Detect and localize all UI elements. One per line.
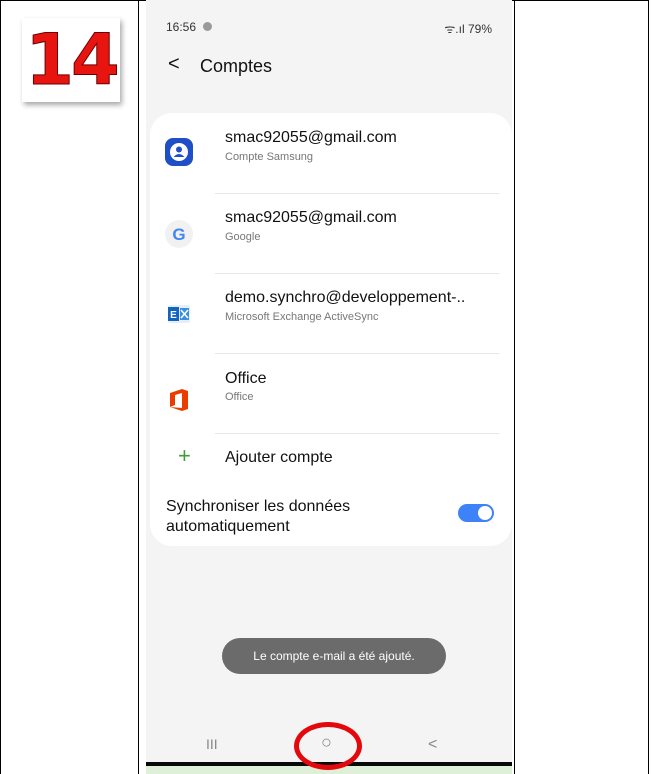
exchange-icon: E (168, 305, 190, 323)
phone-screen: 16:56 ᯤ.ıl 79% < Comptes smac92055@gmail… (146, 0, 512, 774)
account-type: Microsoft Exchange ActiveSync (225, 311, 379, 323)
column-divider (138, 0, 139, 774)
step-number-badge: 14 (22, 18, 120, 102)
add-account-button[interactable]: + Ajouter compte (150, 435, 512, 479)
samsung-account-icon (165, 138, 193, 166)
column-divider (514, 0, 515, 774)
account-name: demo.synchro@developpement-.. (225, 289, 466, 306)
status-bar: 16:56 ᯤ.ıl 79% (146, 0, 512, 44)
auto-sync-label: Synchroniser les données automatiquement (166, 498, 351, 535)
account-name: smac92055@gmail.com (225, 209, 397, 226)
nav-back-button[interactable]: < (428, 736, 437, 754)
recent-apps-button[interactable]: III (206, 736, 218, 752)
account-type: Google (225, 231, 261, 243)
auto-sync-toggle[interactable] (458, 504, 494, 522)
status-signal-battery: ᯤ.ıl 79% (444, 22, 492, 36)
account-item-samsung[interactable]: smac92055@gmail.com Compte Samsung (150, 113, 512, 193)
divider (215, 433, 499, 434)
plus-icon: + (178, 443, 191, 468)
account-type: Compte Samsung (225, 151, 314, 163)
toggle-knob (478, 506, 492, 520)
account-name: Office (225, 370, 267, 387)
accounts-card: smac92055@gmail.com Compte Samsung G sma… (150, 113, 512, 546)
toast-message: Le compte e-mail a été ajouté. (222, 638, 446, 674)
status-time: 16:56 (166, 20, 197, 34)
account-item-google[interactable]: G smac92055@gmail.com Google (150, 194, 512, 274)
svg-text:G: G (172, 225, 185, 244)
page-title: Comptes (200, 56, 273, 76)
back-button[interactable]: < (168, 53, 180, 76)
add-account-label: Ajouter compte (225, 449, 333, 466)
highlight-circle (294, 722, 362, 770)
app-header: < Comptes (146, 50, 512, 84)
step-number: 14 (25, 19, 120, 102)
account-type: Office (225, 391, 254, 403)
account-name: smac92055@gmail.com (225, 129, 397, 146)
google-icon: G (165, 220, 193, 248)
notification-dot-icon (203, 22, 212, 31)
account-item-office[interactable]: Office Office (150, 354, 512, 434)
office-icon (170, 389, 188, 411)
account-item-exchange[interactable]: E demo.synchro@developpement-.. Microsof… (150, 274, 512, 354)
svg-text:E: E (170, 310, 177, 321)
